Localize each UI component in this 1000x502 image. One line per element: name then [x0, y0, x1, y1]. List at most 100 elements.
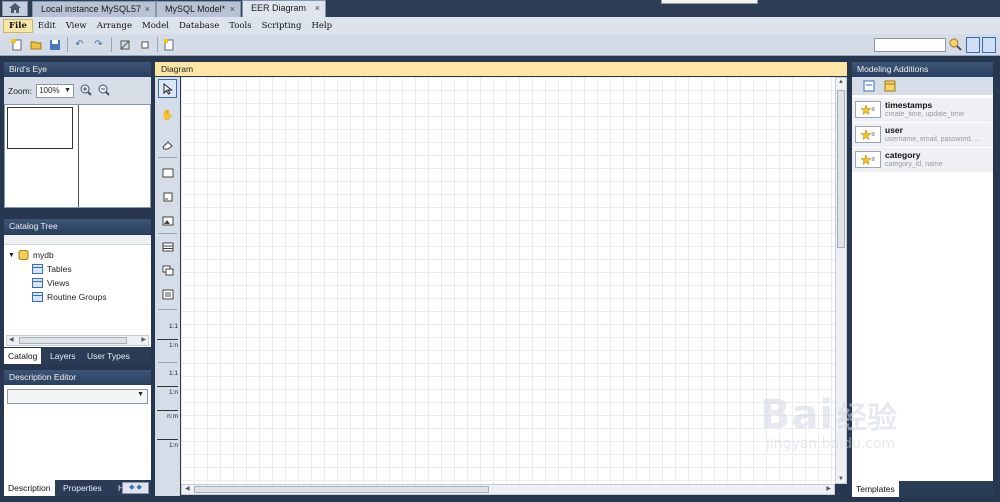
- tree-node-mydb[interactable]: ▼ mydb: [8, 250, 54, 260]
- tab-mysql-model[interactable]: MySQL Model* ×: [156, 1, 241, 17]
- relation-1-1-identifying-tool[interactable]: 1:1: [157, 370, 178, 377]
- relation-label: 1:n: [168, 442, 178, 449]
- tab-eer-diagram[interactable]: EER Diagram ×: [242, 0, 326, 17]
- relation-1-n-tool[interactable]: 1:n: [157, 339, 178, 349]
- expand-arrow-icon[interactable]: ▼: [8, 252, 15, 259]
- template-item-category[interactable]: ≡ category category_id, name: [852, 148, 993, 172]
- relation-label: 1:1: [168, 370, 178, 377]
- scroll-right-icon[interactable]: ▶: [826, 485, 831, 492]
- tree-node-tables[interactable]: Tables: [32, 264, 72, 274]
- toggle-sidebar-left-button[interactable]: [966, 37, 980, 53]
- search-input[interactable]: [874, 38, 946, 52]
- templates-toolbar: [852, 77, 993, 95]
- toggle-sidebar-right-button[interactable]: [982, 37, 996, 53]
- toolbar-separator: [157, 37, 158, 52]
- zoom-value: 100%: [39, 85, 60, 95]
- menu-tools[interactable]: Tools: [224, 20, 256, 32]
- menu-help[interactable]: Help: [306, 20, 337, 32]
- page-setup-icon[interactable]: [162, 38, 175, 51]
- toolbar-separator: [67, 37, 68, 52]
- menu-edit[interactable]: Edit: [33, 20, 61, 32]
- menu-database[interactable]: Database: [174, 20, 224, 32]
- template-item-timestamps[interactable]: ≡ timestamps create_time, update_time: [852, 98, 993, 122]
- undo-icon[interactable]: ↶: [73, 38, 86, 51]
- tree-label: Tables: [47, 264, 72, 274]
- palette-separator: [158, 362, 177, 363]
- tab-properties[interactable]: Properties: [59, 480, 106, 496]
- watermark-cn-text: 经验: [837, 401, 898, 436]
- scroll-up-icon[interactable]: ▲: [838, 79, 844, 85]
- align-grid-icon[interactable]: [138, 38, 151, 51]
- close-icon[interactable]: ×: [145, 2, 150, 16]
- object-select[interactable]: ▼: [7, 389, 148, 404]
- tab-catalog[interactable]: Catalog: [4, 348, 42, 364]
- zoom-out-icon[interactable]: [98, 84, 110, 98]
- table-tool-icon[interactable]: [158, 237, 177, 256]
- scroll-thumb[interactable]: [19, 337, 127, 344]
- diagram-hscroll[interactable]: ◀ ▶: [181, 484, 835, 495]
- scroll-thumb[interactable]: [837, 90, 845, 248]
- edit-template-icon[interactable]: [863, 80, 875, 94]
- scroll-down-icon[interactable]: ▼: [838, 476, 844, 482]
- watermark-logo-text: Bai: [760, 392, 835, 438]
- scroll-right-icon[interactable]: ▶: [141, 336, 146, 343]
- menu-bar: File Edit View Arrange Model Database To…: [0, 17, 1000, 34]
- close-icon[interactable]: ×: [315, 1, 320, 15]
- tab-description[interactable]: Description: [4, 480, 55, 496]
- menu-model[interactable]: Model: [137, 20, 174, 32]
- home-tab[interactable]: [2, 1, 28, 16]
- toolbar-separator: [111, 37, 112, 52]
- new-model-icon[interactable]: [10, 38, 23, 51]
- schema-name: mydb: [32, 250, 54, 260]
- tree-label: Views: [47, 278, 70, 288]
- tree-node-routine-groups[interactable]: Routine Groups: [32, 292, 107, 302]
- tab-layers[interactable]: Layers: [46, 348, 80, 364]
- scroll-thumb[interactable]: [194, 486, 489, 493]
- tab-scroll-arrows-icon[interactable]: ◆ ◆: [122, 482, 149, 494]
- hand-tool-icon[interactable]: ✋: [158, 106, 177, 125]
- zoom-row: Zoom: 100% ▼: [4, 77, 151, 104]
- menu-scripting[interactable]: Scripting: [257, 20, 307, 32]
- toggle-grid-icon[interactable]: [118, 38, 131, 51]
- view-tool-icon[interactable]: [158, 261, 177, 280]
- tab-templates[interactable]: Templates: [852, 481, 899, 497]
- tool-palette: ✋ 1:1 1:n 1:1 1:n n:m 1:n: [155, 77, 180, 496]
- viewport-rect[interactable]: [7, 107, 73, 149]
- zoom-select[interactable]: 100% ▼: [36, 83, 75, 98]
- routine-group-tool-icon[interactable]: [158, 285, 177, 304]
- diagram-canvas[interactable]: [181, 77, 835, 484]
- relation-n-m-tool[interactable]: n:m: [157, 410, 178, 420]
- tab-user-types[interactable]: User Types: [83, 348, 134, 364]
- scroll-left-icon[interactable]: ◀: [185, 485, 190, 492]
- save-icon[interactable]: [48, 38, 61, 51]
- menu-view[interactable]: View: [61, 20, 92, 32]
- relation-1-n-identifying-tool[interactable]: 1:n: [157, 386, 178, 396]
- open-folder-icon[interactable]: [29, 38, 42, 51]
- search-icon[interactable]: [949, 38, 962, 51]
- catalog-hscroll[interactable]: ◀ ▶: [6, 335, 149, 346]
- relation-existing-columns-tool[interactable]: 1:n: [157, 439, 178, 449]
- menu-file[interactable]: File: [3, 18, 33, 33]
- redo-icon[interactable]: ↷: [92, 38, 105, 51]
- close-icon[interactable]: ×: [230, 2, 235, 16]
- layer-tool-icon[interactable]: [158, 163, 177, 182]
- tables-icon: [32, 264, 43, 274]
- document-tab-bar: Local instance MySQL57 × MySQL Model* × …: [0, 0, 1000, 17]
- template-item-user[interactable]: ≡ user username, email, password, ...: [852, 123, 993, 147]
- tree-node-views[interactable]: Views: [32, 278, 70, 288]
- tab-local-instance[interactable]: Local instance MySQL57 ×: [32, 1, 156, 17]
- pointer-tool-icon[interactable]: [158, 79, 177, 98]
- birds-eye-preview[interactable]: [4, 104, 151, 208]
- template-table-icon[interactable]: [884, 80, 896, 94]
- image-tool-icon[interactable]: [158, 211, 177, 230]
- scroll-left-icon[interactable]: ◀: [9, 336, 14, 343]
- relation-1-1-tool[interactable]: 1:1: [157, 323, 178, 330]
- chevron-down-icon: ▼: [64, 86, 72, 94]
- description-textarea[interactable]: [4, 407, 151, 480]
- note-tool-icon[interactable]: [158, 187, 177, 206]
- relation-label: 1:n: [168, 389, 178, 396]
- menu-arrange[interactable]: Arrange: [92, 20, 137, 32]
- eraser-tool-icon[interactable]: [158, 135, 177, 154]
- zoom-label: Zoom:: [8, 85, 33, 96]
- zoom-in-icon[interactable]: [80, 84, 92, 98]
